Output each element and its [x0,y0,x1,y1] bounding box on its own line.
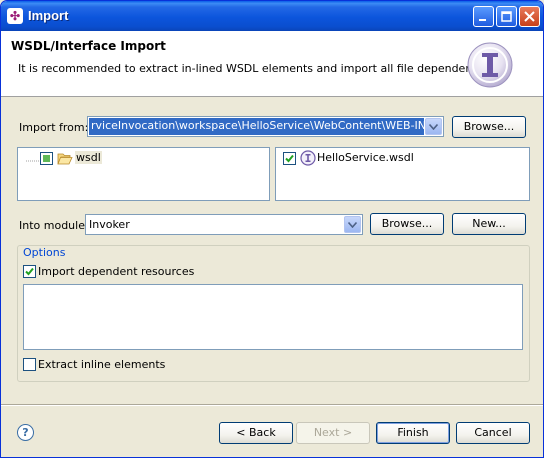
options-legend: Options [21,246,68,259]
app-icon: ✣ [7,8,23,24]
close-icon [524,11,535,22]
next-button[interactable]: Next > [296,422,370,444]
import-dependent-label[interactable]: Import dependent resources [38,265,194,278]
wsdl-folder-checkbox[interactable] [40,152,53,165]
close-button[interactable] [519,6,540,27]
import-from-label: Import from: [19,121,89,134]
into-module-label: Into module: [19,219,89,232]
interface-wizard-icon [467,42,513,88]
tree-item-wsdl[interactable]: wsdl [75,151,102,164]
wsdl-interface-icon [300,150,316,166]
page-title: WSDL/Interface Import [11,39,166,53]
window-title: Import [28,8,69,23]
folder-tree[interactable]: wsdl [17,147,270,201]
finish-button[interactable]: Finish [376,422,450,444]
into-module-value[interactable]: Invoker [89,218,130,231]
minimize-icon [479,19,486,21]
into-module-dropdown-button[interactable] [344,216,361,233]
title-bar[interactable]: ✣ Import [1,1,543,31]
checkmark-icon [285,154,294,163]
file-list[interactable]: HelloService.wsdl [275,147,530,201]
extract-inline-label[interactable]: Extract inline elements [38,358,165,371]
new-module-button[interactable]: New... [452,213,526,235]
import-from-browse-button[interactable]: Browse... [452,116,526,138]
import-dependent-checkbox[interactable] [23,265,36,278]
import-from-combo[interactable]: rviceInvocation\workspace\HelloService\W… [87,116,444,137]
folder-open-icon [57,153,73,165]
maximize-button[interactable] [496,6,517,27]
checkmark-icon [25,267,34,276]
minimize-button[interactable] [473,6,494,27]
list-item-hello-service[interactable]: HelloService.wsdl [317,151,414,164]
import-from-value[interactable]: rviceInvocation\workspace\HelloService\W… [89,118,424,135]
footer-separator [1,404,543,406]
cancel-button[interactable]: Cancel [456,422,530,444]
extract-inline-checkbox[interactable] [23,358,36,371]
page-description: It is recommended to extract in-lined WS… [18,62,494,75]
chevron-down-icon [348,221,357,228]
into-module-browse-button[interactable]: Browse... [370,213,444,235]
back-button[interactable]: < Back [219,422,293,444]
wizard-header: WSDL/Interface Import It is recommended … [1,31,543,97]
import-dialog: ✣ Import WSDL/Interface Import It is rec… [0,0,544,458]
into-module-combo[interactable]: Invoker [85,214,363,235]
import-from-dropdown-button[interactable] [425,118,442,135]
maximize-icon [501,11,512,22]
chevron-down-icon [429,123,438,130]
hello-service-checkbox[interactable] [283,152,296,165]
dependencies-text-area[interactable] [23,284,523,350]
help-button[interactable]: ? [17,424,34,441]
